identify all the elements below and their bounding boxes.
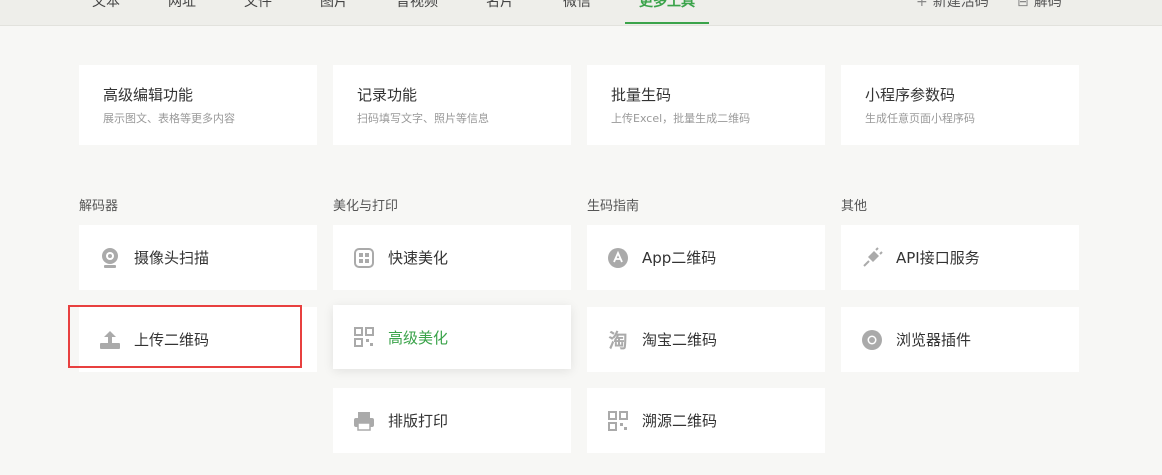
section-title-guide: 生码指南 xyxy=(587,199,640,214)
printer-icon xyxy=(353,410,375,432)
feature-desc: 生成任意页面小程序码 xyxy=(865,112,975,125)
plus-icon: + xyxy=(916,0,928,10)
tab-business-card[interactable]: 名片 xyxy=(486,0,514,12)
layout-print-button[interactable]: 排版打印 xyxy=(333,388,571,453)
feature-desc: 扫码填写文字、照片等信息 xyxy=(357,112,489,125)
tool-label: API接口服务 xyxy=(896,249,980,267)
decode-icon: ⊟ xyxy=(1017,0,1029,10)
tab-more-tools[interactable]: 更多工具 xyxy=(639,0,695,12)
feature-desc: 上传Excel，批量生成二维码 xyxy=(611,112,751,125)
feature-miniprogram[interactable]: 小程序参数码 生成任意页面小程序码 xyxy=(841,65,1079,145)
feature-title: 批量生码 xyxy=(611,86,672,104)
tab-url[interactable]: 网址 xyxy=(168,0,196,12)
upload-qrcode-button[interactable]: 上传二维码 xyxy=(79,307,317,372)
tool-label: 摄像头扫描 xyxy=(134,249,210,267)
feature-desc: 展示图文、表格等更多内容 xyxy=(103,112,235,125)
tool-label: App二维码 xyxy=(642,249,717,267)
plug-icon xyxy=(861,246,883,269)
taobao-icon: 淘 xyxy=(608,330,628,352)
trace-qrcode-button[interactable]: 溯源二维码 xyxy=(587,388,825,453)
tool-label: 溯源二维码 xyxy=(642,412,718,430)
tab-file[interactable]: 文件 xyxy=(244,0,272,12)
section-title-beautify: 美化与打印 xyxy=(333,199,399,214)
app-store-icon xyxy=(607,247,629,269)
feature-batch[interactable]: 批量生码 上传Excel，批量生成二维码 xyxy=(587,65,825,145)
feature-advanced-edit[interactable]: 高级编辑功能 展示图文、表格等更多内容 xyxy=(79,65,317,145)
decode-label: 解码 xyxy=(1033,0,1062,10)
top-nav: 文本 网址 文件 图片 音视频 名片 微信 更多工具 + 新建活码 ⊟ 解码 xyxy=(0,0,1162,26)
active-tab-indicator xyxy=(625,22,709,24)
tool-label: 淘宝二维码 xyxy=(642,331,718,349)
quick-beautify-button[interactable]: 快速美化 xyxy=(333,225,571,290)
feature-title: 记录功能 xyxy=(357,86,418,104)
chrome-icon xyxy=(861,329,883,351)
browser-plugin-button[interactable]: 浏览器插件 xyxy=(841,307,1079,372)
tool-label: 快速美化 xyxy=(388,249,449,267)
feature-record[interactable]: 记录功能 扫码填写文字、照片等信息 xyxy=(333,65,571,145)
camera-scan-button[interactable]: 摄像头扫描 xyxy=(79,225,317,290)
qrcode-icon xyxy=(353,326,375,348)
qrcode-icon xyxy=(607,410,629,432)
tab-audio-video[interactable]: 音视频 xyxy=(396,0,438,12)
feature-title: 小程序参数码 xyxy=(865,86,956,104)
taobao-qrcode-button[interactable]: 淘 淘宝二维码 xyxy=(587,307,825,372)
tool-label: 排版打印 xyxy=(388,412,449,430)
upload-icon xyxy=(99,329,121,351)
tab-image[interactable]: 图片 xyxy=(320,0,348,12)
api-service-button[interactable]: API接口服务 xyxy=(841,225,1079,290)
qr-beautify-icon xyxy=(353,247,375,269)
section-title-other: 其他 xyxy=(841,199,868,214)
tool-label: 浏览器插件 xyxy=(896,331,972,349)
section-title-decoder: 解码器 xyxy=(79,199,119,214)
camera-icon xyxy=(99,247,121,269)
new-dynamic-code-link[interactable]: + 新建活码 xyxy=(916,0,989,12)
feature-title: 高级编辑功能 xyxy=(103,86,194,104)
tool-label: 上传二维码 xyxy=(134,331,210,349)
tab-text[interactable]: 文本 xyxy=(92,0,120,12)
decode-link[interactable]: ⊟ 解码 xyxy=(1017,0,1062,12)
tab-wechat[interactable]: 微信 xyxy=(563,0,591,12)
advanced-beautify-button[interactable]: 高级美化 xyxy=(333,305,571,369)
tool-label: 高级美化 xyxy=(388,328,449,347)
new-code-label: 新建活码 xyxy=(932,0,989,10)
app-qrcode-button[interactable]: App二维码 xyxy=(587,225,825,290)
